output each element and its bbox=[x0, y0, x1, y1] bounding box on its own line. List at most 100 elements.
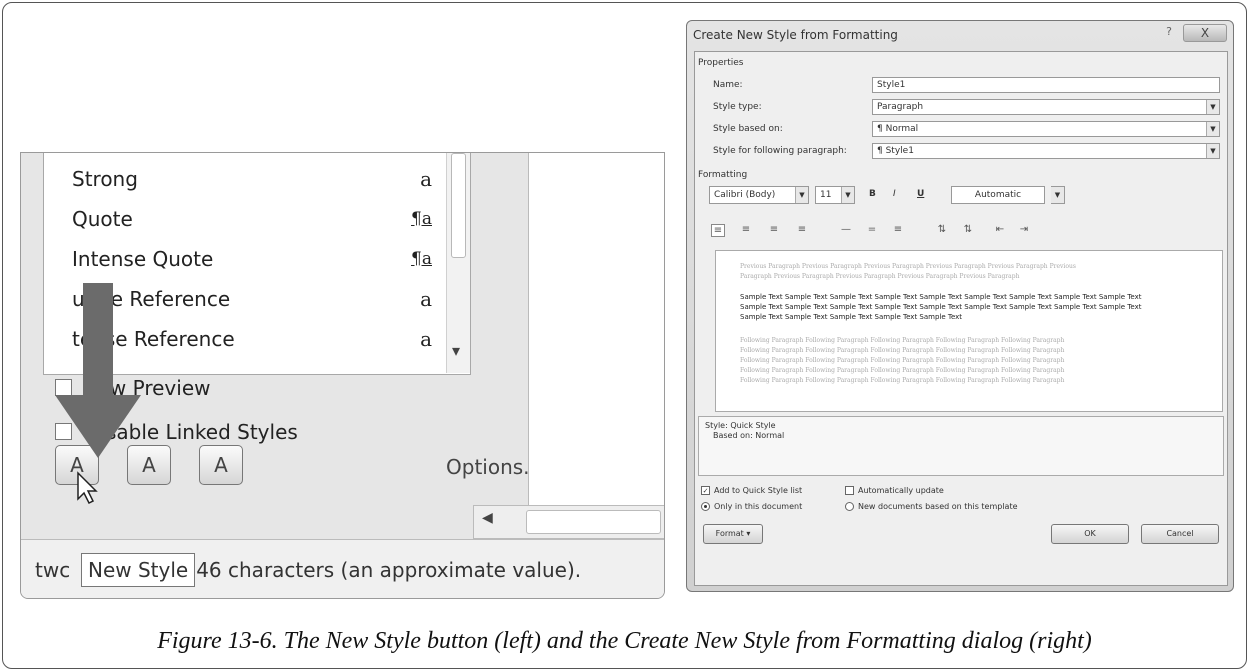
align-center-icon[interactable]: ≡ bbox=[739, 224, 753, 235]
status-text: twc bbox=[35, 558, 71, 582]
manage-styles-icon: A bbox=[214, 453, 228, 477]
style-inspector-icon: A bbox=[142, 453, 156, 477]
new-style-tooltip: New Style bbox=[81, 553, 196, 587]
dialog-body: Properties Name: Style1 Style type: Para… bbox=[694, 51, 1228, 586]
double-spacing-icon[interactable]: ≡ bbox=[891, 224, 905, 235]
one-half-spacing-icon[interactable]: = bbox=[865, 224, 879, 235]
following-paragraph-label: Style for following paragraph: bbox=[713, 146, 847, 156]
scroll-down-icon[interactable]: ▾ bbox=[452, 341, 460, 360]
single-spacing-icon[interactable]: — bbox=[839, 224, 853, 235]
style-name: Quote bbox=[72, 207, 133, 231]
style-name: Intense Quote bbox=[72, 247, 214, 271]
space-before-icon[interactable]: ⇅ bbox=[935, 224, 949, 235]
styles-pane: Strong a Quote ¶a Intense Quote ¶a ubtle… bbox=[20, 152, 665, 599]
chevron-down-icon[interactable]: ▼ bbox=[795, 187, 808, 203]
radio-label: Only in this document bbox=[714, 502, 803, 511]
space-after-icon[interactable]: ⇅ bbox=[961, 224, 975, 235]
scrollbar-thumb[interactable] bbox=[526, 510, 661, 534]
only-this-document-radio[interactable]: Only in this document bbox=[701, 502, 802, 511]
font-color-select[interactable]: Automatic bbox=[951, 186, 1045, 204]
chevron-down-icon[interactable]: ▼ bbox=[1206, 122, 1219, 136]
following-paragraph-text: Following Paragraph Following Paragraph … bbox=[740, 367, 1065, 374]
close-button[interactable]: X bbox=[1183, 24, 1227, 42]
character-style-glyph: a bbox=[420, 327, 432, 351]
radio-selected[interactable] bbox=[701, 502, 710, 511]
style-based-on: Based on: Normal bbox=[713, 431, 785, 440]
character-style-glyph: a bbox=[420, 287, 432, 311]
following-value: ¶ Style1 bbox=[877, 146, 914, 156]
sample-text: Sample Text Sample Text Sample Text Samp… bbox=[740, 303, 1142, 311]
based-on-label: Style based on: bbox=[713, 124, 783, 134]
ok-button[interactable]: OK bbox=[1051, 524, 1129, 544]
style-type-select[interactable]: Paragraph ▼ bbox=[872, 99, 1220, 115]
chevron-down-icon[interactable]: ▼ bbox=[1051, 187, 1064, 203]
font-color-dropdown[interactable]: ▼ bbox=[1051, 186, 1065, 204]
checkbox-label: Add to Quick Style list bbox=[714, 486, 803, 495]
align-left-icon[interactable]: ≡ bbox=[711, 224, 725, 237]
mouse-cursor-icon bbox=[77, 471, 98, 505]
style-description-box: Style: Quick Style Based on: Normal bbox=[698, 416, 1224, 476]
sample-text: Sample Text Sample Text Sample Text Samp… bbox=[740, 293, 1142, 301]
chevron-down-icon[interactable]: ▼ bbox=[1206, 100, 1219, 114]
linked-style-glyph: ¶a bbox=[411, 209, 432, 229]
based-on-select[interactable]: ¶ Normal ▼ bbox=[872, 121, 1220, 137]
radio-label: New documents based on this template bbox=[858, 502, 1018, 511]
style-item-strong[interactable]: Strong a bbox=[72, 159, 432, 199]
style-description: Style: Quick Style bbox=[705, 421, 776, 430]
decrease-indent-icon[interactable]: ⇤ bbox=[993, 224, 1007, 235]
styles-scrollbar[interactable]: ▾ bbox=[446, 153, 470, 373]
add-to-quick-style-checkbox[interactable]: ✓ Add to Quick Style list bbox=[701, 486, 802, 495]
checkbox-label: Automatically update bbox=[858, 486, 944, 495]
horizontal-scrollbar[interactable]: ◀ bbox=[473, 505, 664, 539]
radio-unselected[interactable] bbox=[845, 502, 854, 511]
format-button[interactable]: Format ▾ bbox=[703, 524, 763, 544]
based-on-value: ¶ Normal bbox=[877, 124, 919, 134]
check-icon[interactable]: ✓ bbox=[701, 486, 710, 495]
following-paragraph-text: Following Paragraph Following Paragraph … bbox=[740, 377, 1065, 384]
style-name: Strong bbox=[72, 167, 138, 191]
dialog-title: Create New Style from Formatting bbox=[693, 28, 898, 42]
name-label: Name: bbox=[713, 80, 743, 90]
following-paragraph-text: Following Paragraph Following Paragraph … bbox=[740, 357, 1065, 364]
italic-button[interactable]: I bbox=[893, 189, 896, 199]
scroll-left-icon[interactable]: ◀ bbox=[482, 510, 493, 526]
create-new-style-dialog: Create New Style from Formatting ? X Pro… bbox=[686, 20, 1234, 592]
figure-caption: Figure 13-6. The New Style button (left)… bbox=[157, 628, 1092, 654]
style-preview: Previous Paragraph Previous Paragraph Pr… bbox=[715, 250, 1223, 412]
character-style-glyph: a bbox=[420, 167, 432, 191]
style-type-value: Paragraph bbox=[877, 102, 924, 112]
style-type-label: Style type: bbox=[713, 102, 762, 112]
font-value: Calibri (Body) bbox=[714, 190, 776, 200]
previous-paragraph-text: Previous Paragraph Previous Paragraph Pr… bbox=[740, 263, 1076, 270]
chevron-down-icon[interactable]: ▼ bbox=[1206, 144, 1219, 158]
checkbox-box[interactable] bbox=[845, 486, 854, 495]
align-right-icon[interactable]: ≡ bbox=[767, 224, 781, 235]
scrollbar-thumb[interactable] bbox=[451, 153, 466, 258]
justify-icon[interactable]: ≡ bbox=[795, 224, 809, 235]
status-text-tail: 46 characters (an approximate value). bbox=[196, 558, 582, 582]
underline-button[interactable]: U bbox=[917, 189, 924, 199]
font-size-select[interactable]: 11 ▼ bbox=[815, 186, 855, 204]
style-item-quote[interactable]: Quote ¶a bbox=[72, 199, 432, 239]
help-icon[interactable]: ? bbox=[1157, 25, 1181, 43]
previous-paragraph-text: Paragraph Previous Paragraph Previous Pa… bbox=[740, 273, 1020, 280]
increase-indent-icon[interactable]: ⇥ bbox=[1017, 224, 1031, 235]
manage-styles-button[interactable]: A bbox=[199, 445, 243, 485]
name-value: Style1 bbox=[877, 80, 906, 90]
document-area[interactable] bbox=[528, 153, 664, 520]
bold-button[interactable]: B bbox=[869, 189, 876, 199]
following-paragraph-select[interactable]: ¶ Style1 ▼ bbox=[872, 143, 1220, 159]
automatically-update-checkbox[interactable]: Automatically update bbox=[845, 486, 944, 495]
font-color-value: Automatic bbox=[974, 190, 1022, 200]
name-field[interactable]: Style1 bbox=[872, 77, 1220, 93]
new-documents-template-radio[interactable]: New documents based on this template bbox=[845, 502, 1018, 511]
font-size-value: 11 bbox=[820, 190, 832, 200]
properties-section-label: Properties bbox=[698, 58, 744, 68]
linked-style-glyph: ¶a bbox=[411, 249, 432, 269]
following-paragraph-text: Following Paragraph Following Paragraph … bbox=[740, 347, 1065, 354]
cancel-button[interactable]: Cancel bbox=[1141, 524, 1219, 544]
chevron-down-icon[interactable]: ▼ bbox=[841, 187, 854, 203]
font-select[interactable]: Calibri (Body) ▼ bbox=[709, 186, 809, 204]
down-arrow-icon bbox=[55, 283, 141, 458]
style-item-intense-quote[interactable]: Intense Quote ¶a bbox=[72, 239, 432, 279]
